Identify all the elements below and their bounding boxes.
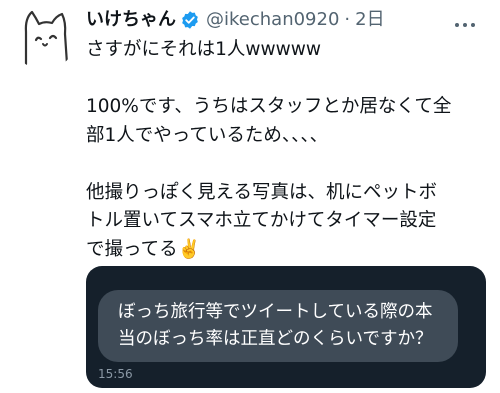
tweet-line: トル置いてスマホ立てかけてタイマー設定 [86,210,437,231]
author-handle[interactable]: @ikechan0920 [206,8,339,32]
attached-image[interactable]: ぼっち旅行等でツイートしている際の本 当のぼっち率は正直どのくらいですか？ 15… [86,266,486,388]
message-line: ぼっち旅行等でツイートしている際の本 [118,302,433,322]
tweet-text: さすがにそれは1人wwwww 100%です、うちはスタッフとか居なくて全 部1人… [86,36,490,264]
tweet-blank-line [86,150,490,179]
author-name[interactable]: いけちゃん [86,8,176,32]
tweet-timestamp[interactable]: 2日 [355,8,384,32]
tweet-line: 部1人でやっているため、、、、 [86,124,329,146]
cat-face-icon [24,10,69,66]
tweet-blank-line [86,65,490,94]
tweet-header: いけちゃん @ikechan0920 · 2日 [86,8,385,32]
tweet-line: さすがにそれは1人wwwww [86,39,322,60]
verified-badge-icon [180,10,200,30]
tweet-line: で撮ってる✌️ [86,238,201,260]
more-dots-icon[interactable] [454,10,476,34]
tweet-line: 100%です、うちはスタッフとか居なくて全 [86,96,452,117]
message-time: 15:56 [98,367,133,381]
separator-dot: · [344,9,351,30]
avatar[interactable] [12,6,76,70]
message-bubble: ぼっち旅行等でツイートしている際の本 当のぼっち率は正直どのくらいですか？ [98,290,458,362]
tweet-line: 他撮りっぽく見える写真は、机にペットボ [86,181,437,203]
message-line: 当のぼっち率は正直どのくらいですか？ [118,329,433,349]
